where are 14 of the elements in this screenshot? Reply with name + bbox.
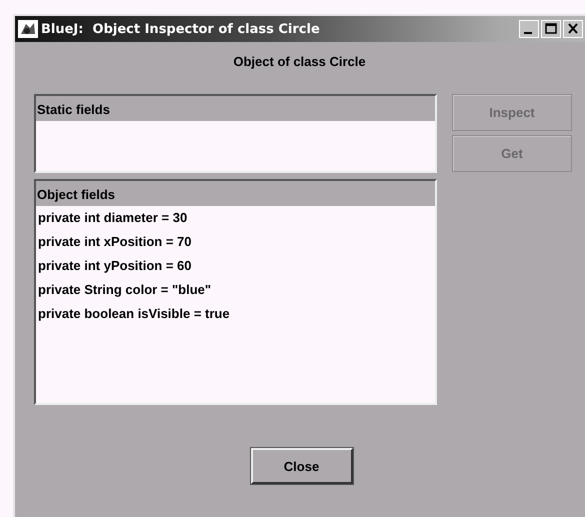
minimize-icon[interactable] (519, 20, 539, 38)
field-row[interactable]: private boolean isVisible = true (36, 302, 435, 326)
field-row[interactable]: private int diameter = 30 (36, 206, 435, 230)
list-header: Object fields (36, 181, 435, 206)
app-icon (18, 20, 38, 38)
field-row[interactable]: private int yPosition = 60 (36, 254, 435, 278)
field-row[interactable]: private String color = "blue" (36, 278, 435, 302)
maximize-icon[interactable] (541, 20, 561, 38)
field-row[interactable]: private int xPosition = 70 (36, 230, 435, 254)
close-button[interactable]: Close (250, 448, 352, 484)
close-icon[interactable] (563, 20, 583, 38)
list-header: Static fields (36, 96, 435, 121)
dialog-heading: Object of class Circle (232, 54, 367, 71)
window-title: BlueJ: Object Inspector of class Circle (41, 22, 321, 36)
